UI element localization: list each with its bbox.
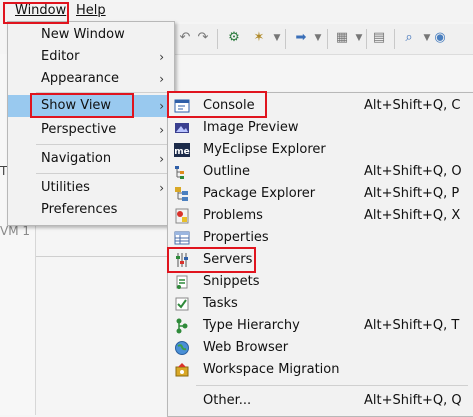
view-item-servers[interactable]: Servers	[168, 249, 473, 271]
view-item-problems[interactable]: Problems Alt+Shift+Q, X	[168, 205, 473, 227]
menu-item-new-window[interactable]: New Window	[8, 24, 174, 46]
view-item-type-hierarchy[interactable]: Type Hierarchy Alt+Shift+Q, T	[168, 315, 473, 337]
tasks-icon	[175, 297, 189, 311]
submenu-arrow-icon: ›	[159, 181, 164, 195]
console-icon	[174, 99, 190, 113]
view-item-image-preview[interactable]: Image Preview	[168, 117, 473, 139]
show-view-submenu: Console Alt+Shift+Q, C Image Preview me …	[167, 92, 473, 417]
submenu-arrow-icon: ›	[159, 99, 164, 113]
menu-item-editor[interactable]: Editor ›	[8, 46, 174, 68]
menu-bar: Window Help	[0, 0, 473, 22]
toolbar-separator	[327, 29, 328, 49]
view-item-myeclipse-explorer[interactable]: me MyEclipse Explorer	[168, 139, 473, 161]
view-item-package-explorer[interactable]: Package Explorer Alt+Shift+Q, P	[168, 183, 473, 205]
menu-separator	[36, 144, 170, 145]
menu-window[interactable]: Window	[11, 2, 70, 20]
forward-dropdown-icon[interactable]: ▼	[310, 30, 326, 46]
toolbar: ↶ ↷ ⚙ ✶ ▼ ➡ ▼ ▦ ▼ ▤ ⌕ ▼ ◉	[173, 24, 473, 55]
view-item-outline[interactable]: Outline Alt+Shift+Q, O	[168, 161, 473, 183]
redo-icon[interactable]: ↷	[195, 30, 211, 46]
menu-item-navigation[interactable]: Navigation ›	[8, 148, 174, 170]
debug-icon[interactable]: ⚙	[226, 30, 242, 46]
submenu-arrow-icon: ›	[159, 72, 164, 86]
view-item-properties[interactable]: Properties	[168, 227, 473, 249]
toolbar-separator	[285, 29, 286, 49]
type-hierarchy-icon	[176, 318, 188, 334]
window-menu: New Window Editor › Appearance › Show Vi…	[7, 21, 175, 226]
toolbar-separator	[394, 29, 395, 49]
menu-separator	[196, 385, 468, 386]
image-preview-icon	[175, 123, 189, 133]
menu-item-preferences[interactable]: Preferences	[8, 199, 174, 221]
view-item-other[interactable]: Other... Alt+Shift+Q, Q	[168, 390, 473, 412]
menu-item-utilities[interactable]: Utilities ›	[8, 177, 174, 199]
submenu-arrow-icon: ›	[159, 50, 164, 64]
grid-icon[interactable]: ▦	[334, 30, 350, 46]
menu-item-appearance[interactable]: Appearance ›	[8, 68, 174, 90]
search-icon[interactable]: ⌕	[401, 30, 417, 46]
submenu-arrow-icon: ›	[159, 123, 164, 137]
globe-icon[interactable]: ◉	[432, 30, 448, 46]
menu-separator	[36, 92, 170, 93]
myeclipse-explorer-icon: me	[174, 143, 190, 157]
run-icon[interactable]: ✶	[251, 30, 267, 46]
view-item-web-browser[interactable]: Web Browser	[168, 337, 473, 359]
servers-icon	[176, 253, 188, 267]
view-item-tasks[interactable]: Tasks	[168, 293, 473, 315]
toolbar-separator	[366, 29, 367, 49]
view-item-console[interactable]: Console Alt+Shift+Q, C	[168, 95, 473, 117]
view-item-snippets[interactable]: Snippets	[168, 271, 473, 293]
properties-icon	[174, 231, 190, 245]
menu-help[interactable]: Help	[72, 2, 110, 20]
forward-icon[interactable]: ➡	[293, 30, 309, 46]
workspace-migration-icon	[175, 363, 189, 377]
background-text: VM 1	[0, 224, 31, 238]
svg-text:me: me	[174, 147, 189, 157]
layout-icon[interactable]: ▤	[371, 30, 387, 46]
background-divider	[36, 256, 168, 257]
snippets-icon	[176, 275, 188, 289]
run-dropdown-icon[interactable]: ▼	[269, 30, 285, 46]
toolbar-separator	[217, 29, 218, 49]
undo-icon[interactable]: ↶	[177, 30, 193, 46]
web-browser-icon	[175, 341, 189, 355]
package-explorer-icon	[175, 187, 188, 201]
view-item-workspace-migration[interactable]: Workspace Migration	[168, 359, 473, 381]
submenu-arrow-icon: ›	[159, 152, 164, 166]
menu-item-perspective[interactable]: Perspective ›	[8, 119, 174, 141]
grid-dropdown-icon[interactable]: ▼	[351, 30, 367, 46]
menu-separator	[36, 173, 170, 174]
outline-icon	[175, 166, 184, 179]
menu-item-show-view[interactable]: Show View ›	[8, 95, 174, 117]
problems-icon	[175, 208, 189, 224]
